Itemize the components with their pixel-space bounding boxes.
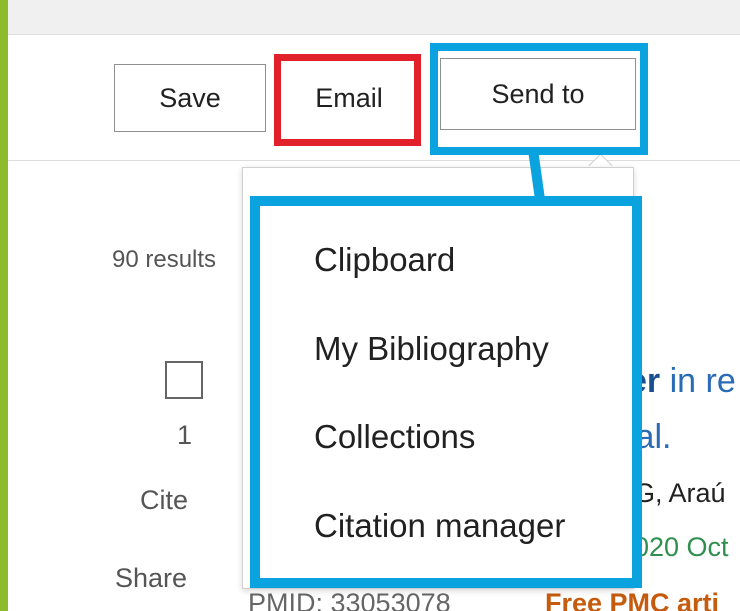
top-bar — [8, 0, 740, 35]
result-pmid: PMID: 33053078 — [248, 588, 451, 611]
send-to-button[interactable]: Send to — [440, 58, 636, 130]
pubmed-results-page: Save Email Send to 90 results 1 Cite Sha… — [8, 0, 740, 611]
share-button[interactable]: Share — [115, 563, 187, 594]
menu-item-clipboard[interactable]: Clipboard — [314, 241, 455, 279]
save-button[interactable]: Save — [114, 64, 266, 132]
toolbar-divider — [8, 160, 740, 161]
results-count: 90 results — [112, 246, 217, 273]
result-select-checkbox[interactable] — [165, 361, 203, 399]
result-authors: G, Araú — [634, 478, 726, 508]
result-title-text: in re — [660, 362, 736, 400]
email-button-label: Email — [315, 82, 383, 113]
menu-item-my-bibliography[interactable]: My Bibliography — [314, 330, 549, 368]
result-number: 1 — [177, 420, 193, 450]
menu-item-collections[interactable]: Collections — [314, 418, 475, 456]
menu-item-citation-manager[interactable]: Citation manager — [314, 507, 565, 545]
send-to-button-label: Send to — [491, 78, 585, 109]
result-journal-citation: 020 Oct — [634, 532, 729, 562]
result-title-line1[interactable]: er in re — [628, 362, 736, 401]
result-title-line2[interactable]: ial. — [628, 418, 671, 457]
save-button-label: Save — [159, 82, 221, 113]
cite-button[interactable]: Cite — [140, 485, 188, 516]
free-pmc-article-badge: Free PMC arti — [545, 588, 720, 611]
email-button[interactable]: Email — [284, 64, 414, 132]
